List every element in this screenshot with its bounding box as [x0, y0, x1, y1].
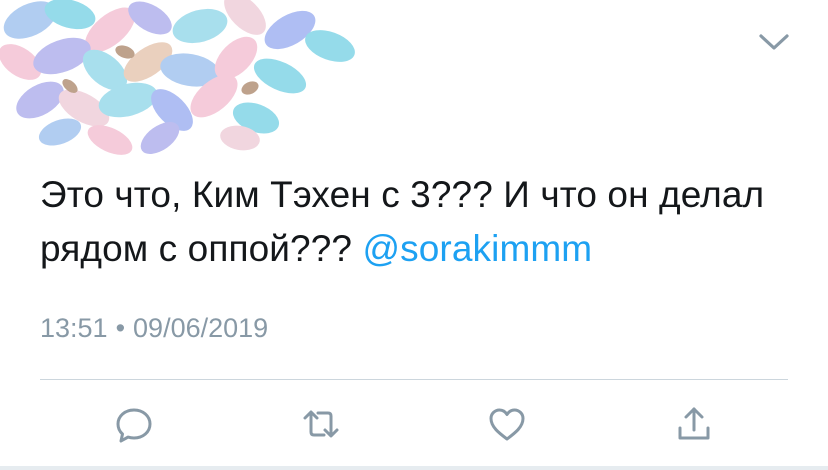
mention-link[interactable]: @sorakimmm: [362, 228, 592, 269]
tweet-date[interactable]: 09/06/2019: [133, 313, 268, 343]
like-icon: [489, 408, 525, 441]
retweet-button[interactable]: [299, 402, 343, 446]
tweet-menu-button[interactable]: [756, 28, 792, 56]
bottom-border: [0, 466, 828, 470]
like-button[interactable]: [485, 402, 529, 446]
tweet-timestamp: 13:51 • 09/06/2019: [40, 308, 268, 348]
divider: [40, 379, 788, 380]
tweet-time: 13:51: [40, 313, 108, 343]
reply-icon: [116, 408, 152, 443]
tweet-text: Это что, Ким Тэхен с 3??? И что он делал…: [40, 168, 810, 276]
retweet-icon: [303, 410, 339, 438]
meta-separator: •: [115, 313, 126, 343]
flower-banner-image: [0, 0, 355, 155]
share-icon: [678, 407, 710, 440]
reply-button[interactable]: [112, 402, 156, 446]
share-button[interactable]: [672, 402, 716, 446]
chevron-down-icon: [759, 34, 789, 50]
